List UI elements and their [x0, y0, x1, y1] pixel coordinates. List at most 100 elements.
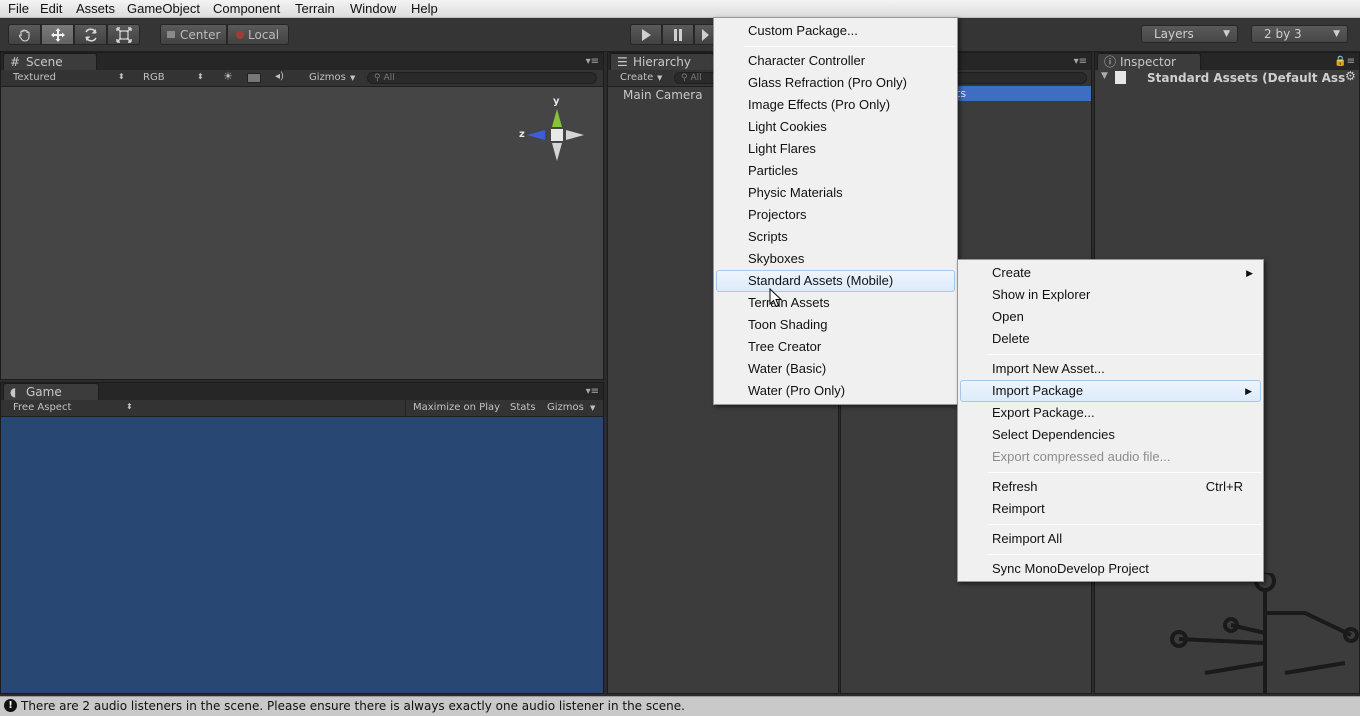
status-bar[interactable]: ! There are 2 audio listeners in the sce…	[0, 696, 1360, 716]
game-viewport[interactable]	[1, 417, 603, 693]
menu-item-label: Delete	[992, 331, 1030, 346]
menu-item-terrain-assets[interactable]: Terrain Assets	[716, 292, 955, 314]
scale-icon	[115, 26, 132, 43]
scene-control-bar: Textured ⬍ RGB ⬍ ☀ ◂) Gizmos ▼ ⚲ All	[1, 70, 603, 87]
menu-item-export-package[interactable]: Export Package...	[960, 402, 1261, 424]
menu-item-light-flares[interactable]: Light Flares	[716, 138, 955, 160]
menu-help[interactable]: Help	[411, 1, 438, 16]
menu-component[interactable]: Component	[213, 1, 280, 16]
scene-fx-icon[interactable]	[247, 73, 261, 83]
menu-item-label: Standard Assets (Mobile)	[748, 273, 894, 288]
menu-item-label: Character Controller	[748, 53, 866, 68]
menu-item-label: Projectors	[748, 207, 807, 222]
scene-search-input[interactable]: ⚲ All	[367, 72, 597, 84]
menu-gameobject[interactable]: GameObject	[127, 1, 200, 16]
tab-game[interactable]: ◖ Game	[3, 383, 99, 400]
assets-context-menu: Create ▶ Show in Explorer Open Delete Im…	[957, 259, 1264, 582]
pivot-center-label: Center	[180, 27, 221, 42]
tab-scene-label: Scene	[26, 55, 63, 69]
shortcut-label: Ctrl+R	[1205, 479, 1243, 494]
menu-item-import-new-asset[interactable]: Import New Asset...	[960, 358, 1261, 380]
menu-item-water-pro[interactable]: Water (Pro Only)	[716, 380, 955, 402]
layout-dropdown[interactable]: 2 by 3 ▼	[1251, 25, 1348, 43]
menu-item-reimport[interactable]: Reimport	[960, 498, 1261, 520]
menu-assets[interactable]: Assets	[76, 1, 115, 16]
dropdown-arrow-icon: ▼	[1223, 29, 1230, 39]
menu-item-standard-assets-mobile[interactable]: Standard Assets (Mobile)	[716, 270, 955, 292]
move-arrows-icon	[50, 27, 65, 42]
stats-toggle[interactable]: Stats	[510, 402, 536, 413]
menu-terrain[interactable]: Terrain	[295, 1, 335, 16]
menu-window[interactable]: Window	[350, 1, 396, 16]
info-icon: ⓘ	[1104, 55, 1117, 69]
menu-item-projectors[interactable]: Projectors	[716, 204, 955, 226]
scene-tab-strip: # Scene ▾≡	[1, 53, 603, 70]
menu-item-open[interactable]: Open	[960, 306, 1261, 328]
menu-item-select-dependencies[interactable]: Select Dependencies	[960, 424, 1261, 446]
settings-gear-icon[interactable]: ⚙	[1345, 69, 1356, 83]
audio-toggle-icon[interactable]: ◂)	[275, 71, 284, 82]
grid-icon: #	[10, 55, 21, 69]
menu-item-label: Show in Explorer	[992, 287, 1091, 302]
menu-item-glass-refraction[interactable]: Glass Refraction (Pro Only)	[716, 72, 955, 94]
tab-inspector[interactable]: ⓘ Inspector	[1097, 53, 1201, 70]
scene-lighting-icon[interactable]: ☀	[223, 70, 233, 83]
menu-item-light-cookies[interactable]: Light Cookies	[716, 116, 955, 138]
panel-menu-icon[interactable]: ▾≡	[586, 56, 599, 67]
scene-viewport[interactable]: y z	[1, 87, 603, 379]
panel-menu-icon[interactable]: ▾≡	[1074, 56, 1087, 67]
gizmos-dropdown[interactable]: Gizmos	[309, 72, 346, 83]
maximize-on-play-toggle[interactable]: Maximize on Play	[413, 402, 500, 413]
menu-item-character-controller[interactable]: Character Controller	[716, 50, 955, 72]
hierarchy-item-main-camera[interactable]: Main Camera	[623, 88, 703, 102]
menu-item-physic-materials[interactable]: Physic Materials	[716, 182, 955, 204]
panel-menu-icon[interactable]: ▾≡	[586, 386, 599, 397]
menu-item-show-in-explorer[interactable]: Show in Explorer	[960, 284, 1261, 306]
project-search-input[interactable]	[951, 72, 1087, 84]
scale-tool-button[interactable]	[107, 24, 140, 45]
aspect-dropdown[interactable]: Free Aspect	[13, 402, 71, 413]
hand-tool-button[interactable]	[8, 24, 41, 45]
menu-item-scripts[interactable]: Scripts	[716, 226, 955, 248]
menu-item-create[interactable]: Create ▶	[960, 262, 1261, 284]
menu-item-refresh[interactable]: Refresh Ctrl+R	[960, 476, 1261, 498]
menu-item-image-effects[interactable]: Image Effects (Pro Only)	[716, 94, 955, 116]
menu-edit[interactable]: Edit	[40, 1, 62, 16]
render-mode-dropdown[interactable]: Textured	[13, 72, 56, 83]
menu-item-skyboxes[interactable]: Skyboxes	[716, 248, 955, 270]
menu-item-delete[interactable]: Delete	[960, 328, 1261, 350]
local-space-icon	[236, 30, 244, 39]
submenu-arrow-icon: ▶	[1245, 386, 1252, 396]
menu-item-reimport-all[interactable]: Reimport All	[960, 528, 1261, 550]
game-gizmos-dropdown[interactable]: Gizmos	[547, 402, 584, 413]
create-dropdown[interactable]: Create	[620, 72, 653, 83]
menu-item-import-package[interactable]: Import Package ▶	[960, 380, 1261, 402]
menu-file[interactable]: File	[8, 1, 29, 16]
hand-icon	[18, 28, 30, 42]
main-toolbar: Center Local Layers ▼ 2 by 3 ▼	[0, 18, 1360, 52]
lock-icon[interactable]: 🔒≡	[1334, 56, 1355, 67]
move-tool-button[interactable]	[41, 24, 74, 45]
menu-item-particles[interactable]: Particles	[716, 160, 955, 182]
layers-dropdown[interactable]: Layers ▼	[1141, 25, 1238, 43]
menu-item-label: Skyboxes	[748, 251, 805, 266]
color-mode-dropdown[interactable]: RGB	[143, 72, 165, 83]
game-control-bar: Free Aspect ⬍ Maximize on Play Stats Giz…	[1, 400, 603, 417]
foldout-arrow-icon[interactable]: ▼	[1101, 71, 1108, 81]
pivot-local-button[interactable]: Local	[227, 24, 289, 45]
rotate-tool-button[interactable]	[74, 24, 107, 45]
tab-hierarchy-label: Hierarchy	[633, 55, 692, 69]
dropdown-arrow-icon: ▼	[350, 74, 356, 82]
menu-item-custom-package[interactable]: Custom Package...	[716, 20, 955, 42]
menu-item-sync-monodevelop[interactable]: Sync MonoDevelop Project	[960, 558, 1261, 580]
search-icon: ⚲	[374, 73, 381, 83]
menu-item-water-basic[interactable]: Water (Basic)	[716, 358, 955, 380]
pivot-center-button[interactable]: Center	[160, 24, 227, 45]
menu-item-label: Toon Shading	[748, 317, 828, 332]
menu-item-toon-shading[interactable]: Toon Shading	[716, 314, 955, 336]
tab-hierarchy[interactable]: ☰ Hierarchy	[610, 53, 714, 70]
tab-scene[interactable]: # Scene	[3, 53, 97, 70]
menu-item-tree-creator[interactable]: Tree Creator	[716, 336, 955, 358]
pause-button[interactable]	[662, 24, 694, 45]
play-button[interactable]	[630, 24, 662, 45]
